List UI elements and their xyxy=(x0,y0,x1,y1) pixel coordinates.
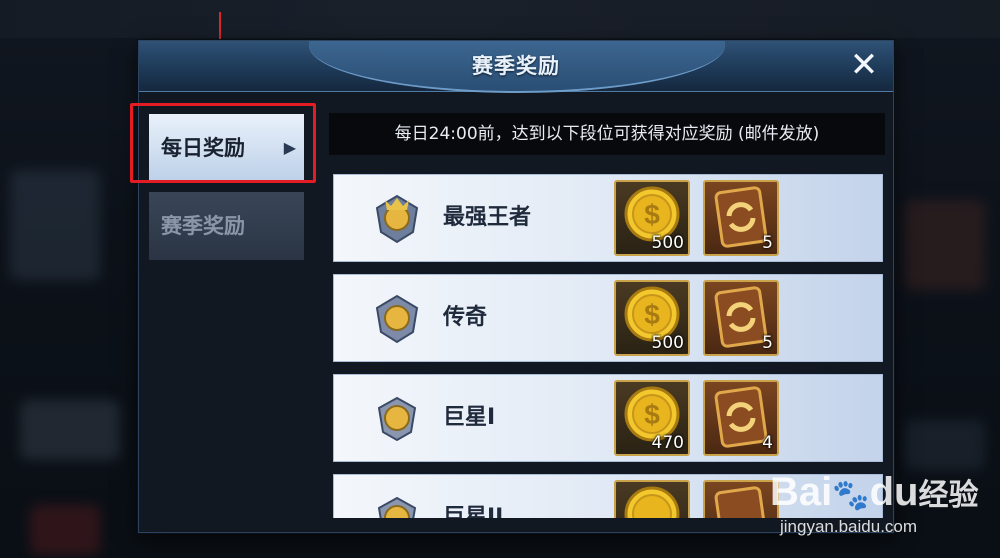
card-reward[interactable]: 5 xyxy=(703,180,779,256)
watermark-url: jingyan.baidu.com xyxy=(780,517,918,536)
rank-name: 巨星II xyxy=(443,505,504,518)
watermark-brand: Bai xyxy=(770,470,833,514)
card-quantity: 4 xyxy=(762,433,773,453)
gold-coin-reward[interactable] xyxy=(614,480,690,518)
gold-coin-reward[interactable]: $ 470 xyxy=(614,380,690,456)
rank-badge-icon xyxy=(377,396,417,442)
reward-row: 传奇 $ 500 5 xyxy=(333,274,883,362)
rank-badge-icon xyxy=(375,294,419,344)
rank-badge-icon xyxy=(375,194,419,244)
watermark-cn: 经验 xyxy=(918,479,979,512)
refresh-card-icon xyxy=(714,486,768,518)
coin-quantity: 500 xyxy=(651,233,684,253)
card-quantity: 5 xyxy=(762,333,773,353)
tab-season-reward[interactable]: 赛季奖励 xyxy=(149,192,304,260)
dialog-header: 赛季奖励 ✕ xyxy=(139,41,893,93)
gold-coin-icon xyxy=(624,486,680,518)
watermark-brand2: du xyxy=(869,470,919,514)
coin-quantity: 470 xyxy=(651,433,684,453)
svg-text:$: $ xyxy=(644,199,660,230)
svg-text:$: $ xyxy=(644,299,660,330)
card-quantity: 5 xyxy=(762,233,773,253)
baidu-watermark: Bai🐾du经验 xyxy=(770,470,978,515)
reward-row: 最强王者 $ 500 5 xyxy=(333,174,883,262)
tab-season-label: 赛季奖励 xyxy=(161,214,245,238)
reward-notice: 每日24:00前，达到以下段位可获得对应奖励 (邮件发放) xyxy=(329,113,885,155)
reward-list[interactable]: 最强王者 $ 500 5 传奇 $ 500 5 巨星I $ 470 4 巨星II xyxy=(333,174,883,518)
rank-name: 传奇 xyxy=(443,305,488,330)
rank-name: 最强王者 xyxy=(443,205,532,230)
paw-icon: 🐾 xyxy=(832,479,870,512)
svg-text:$: $ xyxy=(644,399,660,430)
card-reward[interactable]: 4 xyxy=(703,380,779,456)
gold-coin-reward[interactable]: $ 500 xyxy=(614,280,690,356)
rank-name: 巨星I xyxy=(443,405,496,430)
coin-quantity: 500 xyxy=(651,333,684,353)
annotation-highlight-box xyxy=(130,103,316,183)
reward-row: 巨星I $ 470 4 xyxy=(333,374,883,462)
rank-badge-icon xyxy=(377,496,417,518)
card-reward[interactable]: 5 xyxy=(703,280,779,356)
close-icon[interactable]: ✕ xyxy=(845,47,883,85)
dialog-title: 赛季奖励 xyxy=(472,54,560,78)
card-reward[interactable] xyxy=(703,480,779,518)
gold-coin-reward[interactable]: $ 500 xyxy=(614,180,690,256)
